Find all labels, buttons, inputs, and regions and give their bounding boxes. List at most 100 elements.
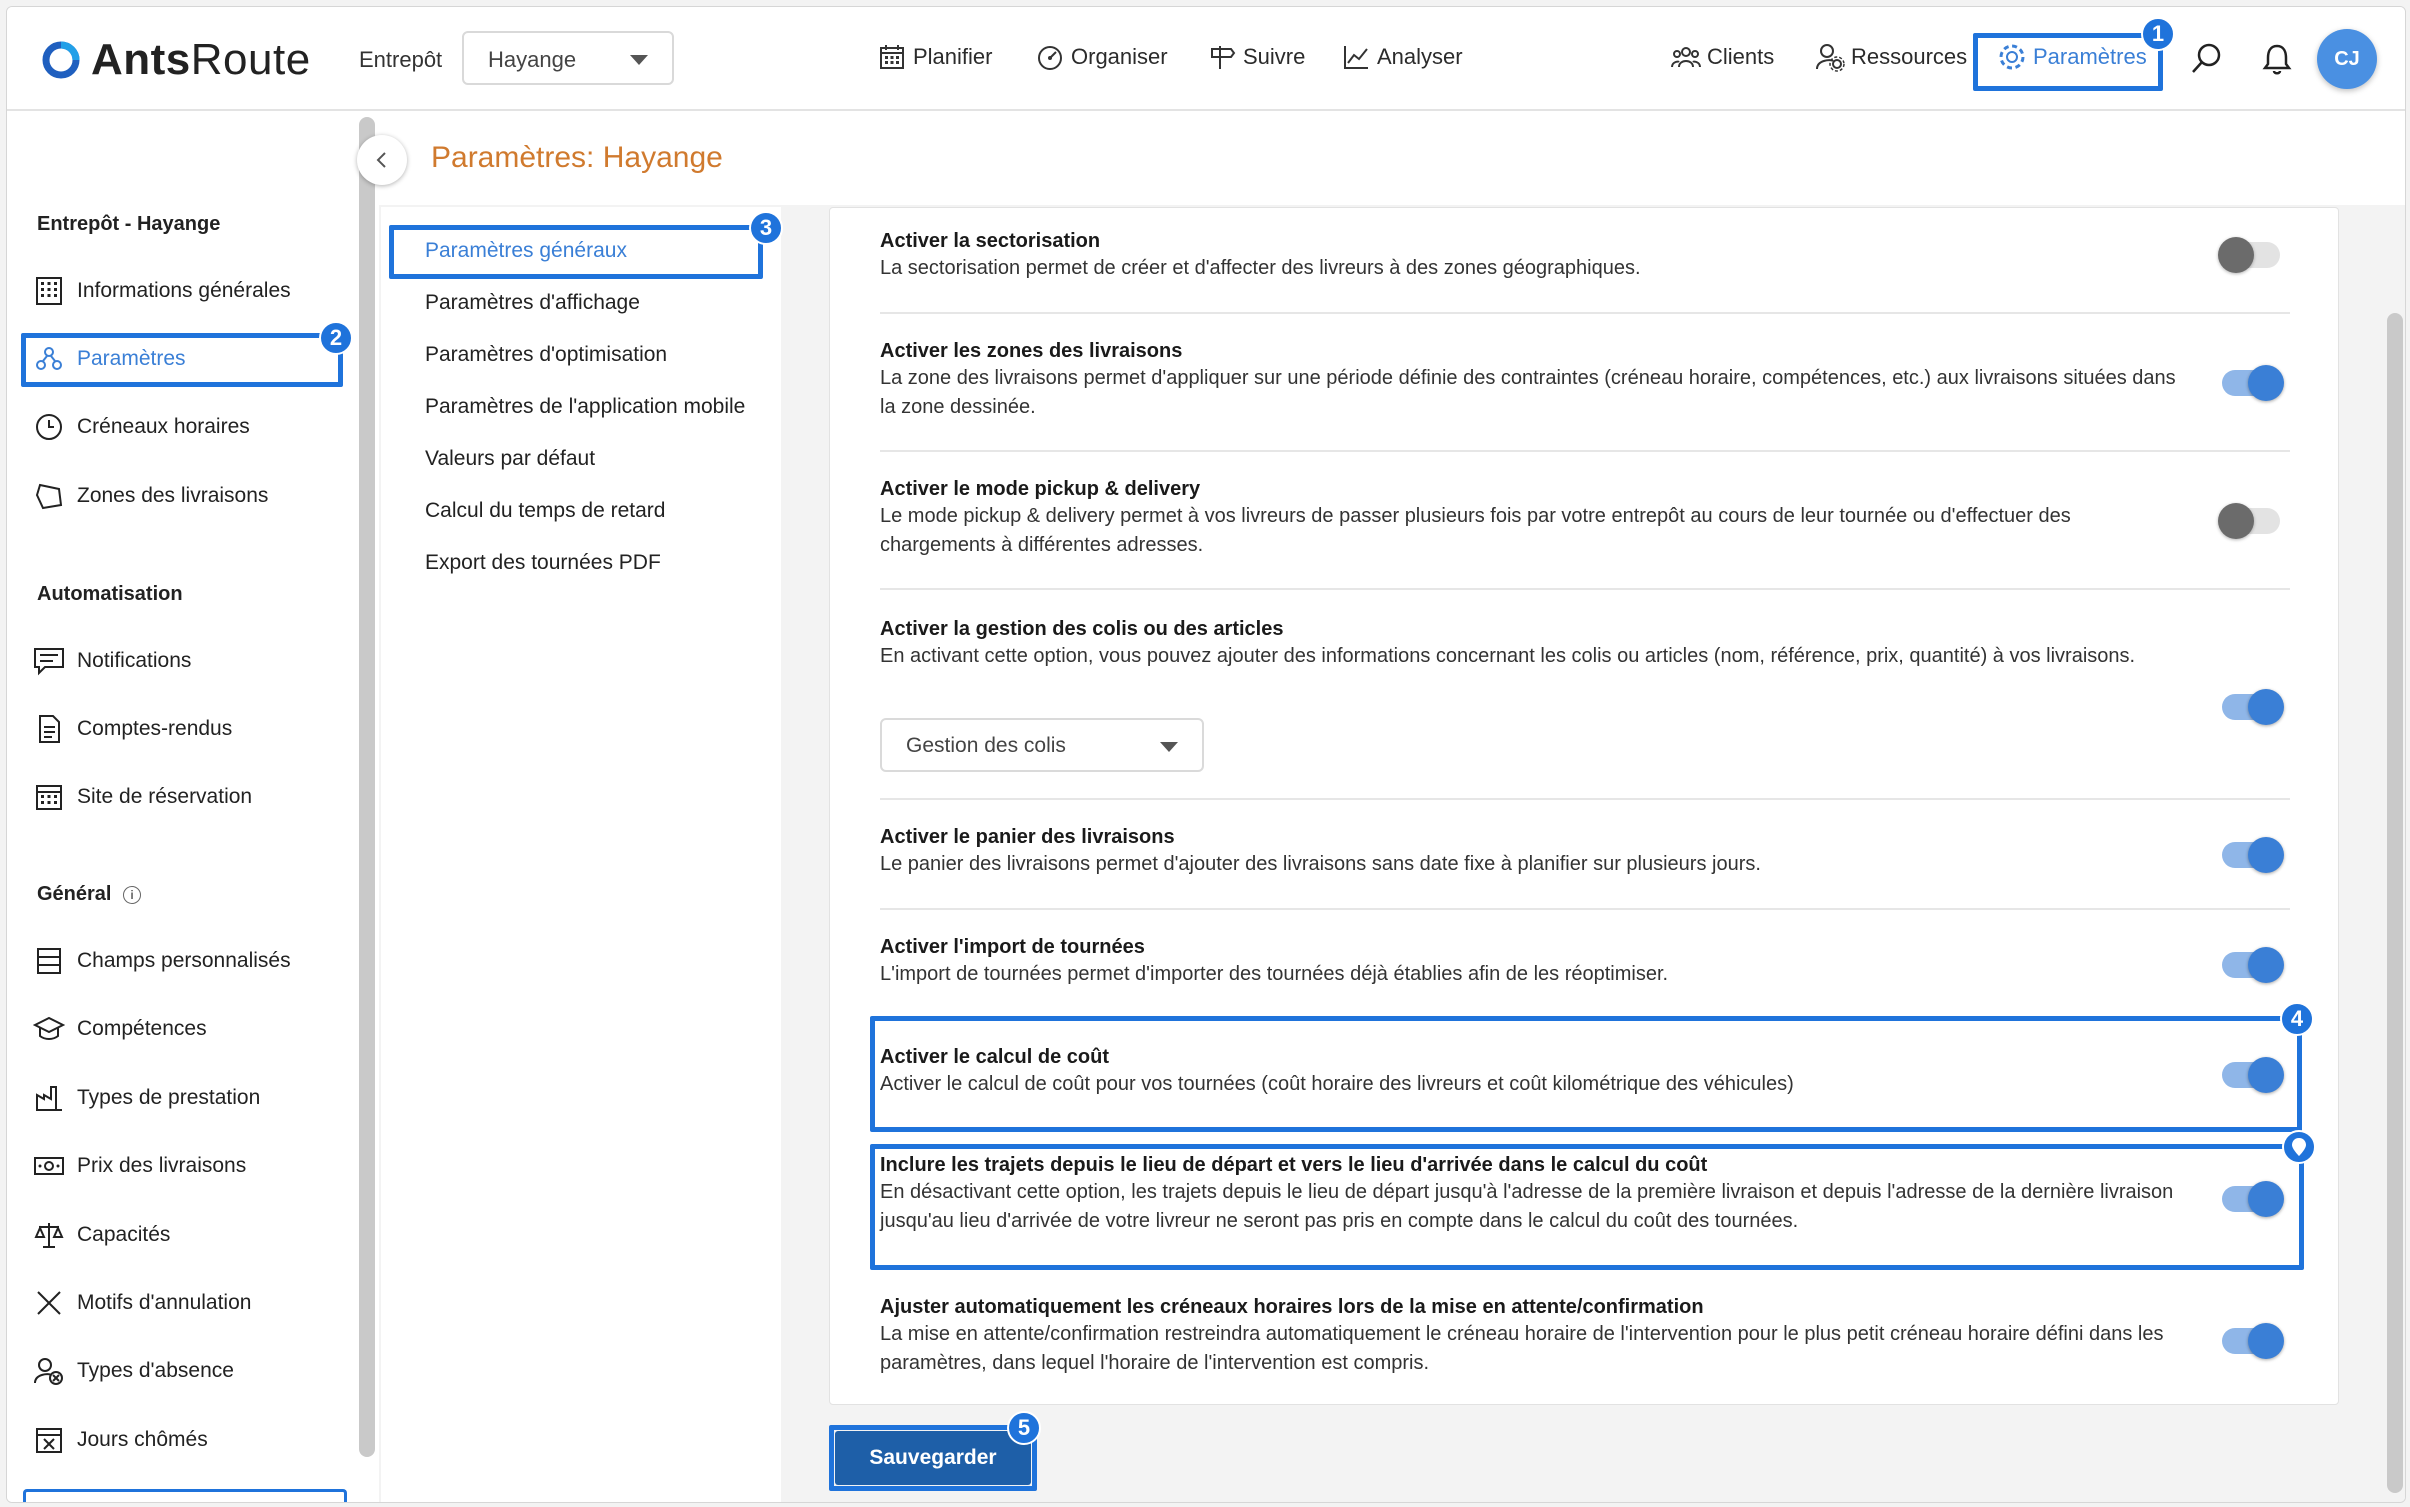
toggle-pickup-delivery[interactable]: [2218, 503, 2280, 539]
info-icon[interactable]: i: [123, 885, 142, 904]
nav-label: Organiser: [1071, 44, 1168, 69]
sidebar-item-prix-des-livraisons[interactable]: Prix des livraisons: [33, 1146, 246, 1186]
sidebar-item-competences[interactable]: Compétences: [33, 1009, 207, 1049]
user-gear-icon: [1815, 42, 1845, 72]
app-window: AntsRoute Entrepôt Hayange Planifier Org…: [6, 6, 2406, 1503]
nav-planifier[interactable]: Planifier: [877, 35, 992, 79]
sidebar-scrollbar[interactable]: [359, 117, 375, 1457]
gauge-icon: [1035, 42, 1065, 72]
x-icon: [33, 1287, 65, 1319]
nav-clients[interactable]: Clients: [1671, 35, 1774, 79]
warehouse-label: Entrepôt: [359, 47, 443, 72]
nav-label: Ressources: [1851, 44, 1968, 69]
search-icon[interactable]: [2189, 41, 2225, 77]
toggle-knob: [2218, 503, 2254, 539]
scale-icon: [33, 1219, 65, 1251]
bell-icon[interactable]: [2259, 41, 2295, 77]
sidebar-item-motifs-d-annulation[interactable]: Motifs d'annulation: [33, 1283, 251, 1323]
subnav-item-export-tournees-pdf[interactable]: Export des tournées PDF: [425, 551, 661, 575]
setting-description: La zone des livraisons permet d'applique…: [880, 367, 2176, 418]
setting-title: Ajuster automatiquement les créneaux hor…: [880, 1296, 1704, 1318]
highlight-box-6: [829, 1425, 1037, 1491]
colis-mode-select[interactable]: Gestion des colis: [880, 718, 1204, 772]
toggle-import-tournees[interactable]: [2222, 947, 2284, 983]
main-scrollbar[interactable]: [2387, 313, 2403, 1493]
setting-description: En activant cette option, vous pouvez aj…: [880, 645, 2136, 667]
colis-mode-select-value: Gestion des colis: [906, 734, 1066, 757]
subnav-item-parametres-optimisation[interactable]: Paramètres d'optimisation: [425, 343, 667, 367]
sidebar-item-label: Comptes-rendus: [77, 717, 233, 740]
sidebar-item-label: Motifs d'annulation: [77, 1291, 252, 1314]
setting-description: La mise en attente/confirmation restrein…: [880, 1323, 2164, 1374]
sidebar-item-label: Créneaux horaires: [77, 415, 250, 438]
sidebar-item-informations-generales[interactable]: Informations générales: [33, 271, 291, 311]
divider: [880, 450, 2290, 452]
collapse-sidebar-button[interactable]: [357, 135, 407, 185]
subnav-item-calcul-temps-retard[interactable]: Calcul du temps de retard: [425, 499, 665, 523]
nav-label: Planifier: [913, 44, 993, 69]
chevron-down-icon: [630, 55, 648, 65]
page-title: Paramètres: Hayange: [431, 141, 723, 174]
toggle-zones-livraisons[interactable]: [2222, 365, 2284, 401]
nav-suivre[interactable]: Suivre: [1207, 35, 1305, 79]
toggle-knob: [2248, 689, 2284, 725]
calendar-icon: [877, 42, 907, 72]
logo-text: AntsRoute: [91, 35, 311, 84]
sidebar-item-label: Zones des livraisons: [77, 484, 269, 507]
setting-description: La sectorisation permet de créer et d'af…: [880, 257, 1641, 279]
setting-title: Activer le panier des livraisons: [880, 826, 1175, 848]
toggle-gestion-colis[interactable]: [2222, 689, 2284, 725]
toggle-knob: [2218, 237, 2254, 273]
toggle-panier-livraisons[interactable]: [2222, 837, 2284, 873]
sidebar-item-label: Informations générales: [77, 279, 291, 302]
message-icon: [33, 645, 65, 677]
nav-analyser[interactable]: Analyser: [1341, 35, 1463, 79]
antsroute-logo[interactable]: AntsRoute: [41, 35, 311, 85]
chevron-down-icon: [1160, 742, 1178, 752]
sidebar-item-champs-personnalises[interactable]: Champs personnalisés: [33, 941, 291, 981]
sidebar-item-notifications[interactable]: Notifications: [33, 641, 191, 681]
sidebar-item-types-d-absence[interactable]: Types d'absence: [33, 1351, 234, 1391]
toggle-sectorisation[interactable]: [2218, 237, 2280, 273]
chevron-left-icon: [376, 152, 386, 168]
sidebar-item-label: Types de prestation: [77, 1086, 261, 1109]
sidebar-item-label: Site de réservation: [77, 785, 253, 808]
zone-icon: [33, 480, 65, 512]
step-badge-5: 5: [1007, 1411, 1041, 1445]
step-badge-2: 2: [319, 321, 353, 355]
user-avatar[interactable]: CJ: [2317, 29, 2377, 89]
sidebar-item-types-de-prestation[interactable]: Types de prestation: [33, 1078, 260, 1118]
highlight-box-5: [870, 1144, 2304, 1270]
setting-title: Activer l'import de tournées: [880, 936, 1145, 958]
sidebar-item-capacites[interactable]: Capacités: [33, 1215, 170, 1255]
sidebar-item-comptes-rendus[interactable]: Comptes-rendus: [33, 709, 232, 749]
sidebar-item-creneaux-horaires[interactable]: Créneaux horaires: [33, 407, 250, 447]
warehouse-select-value: Hayange: [488, 47, 577, 72]
nav-ressources[interactable]: Ressources: [1815, 35, 1967, 79]
sidebar-section-automatisation: Automatisation: [37, 583, 183, 605]
sidebar-section-general: Général i: [37, 883, 142, 906]
chart-icon: [1341, 42, 1371, 72]
toggle-ajuster-creneaux[interactable]: [2222, 1323, 2284, 1359]
settings-card: Activer la sectorisation La sectorisatio…: [829, 207, 2339, 1405]
calendar-x-icon: [33, 1424, 65, 1456]
top-navigation-bar: AntsRoute Entrepôt Hayange Planifier Org…: [7, 7, 2405, 111]
toggle-knob: [2248, 947, 2284, 983]
sidebar-section-general-label: Général: [37, 883, 112, 905]
setting-description: Le mode pickup & delivery permet à vos l…: [880, 505, 2071, 556]
subnav-item-parametres-application-mobile[interactable]: Paramètres de l'application mobile: [425, 395, 745, 419]
warehouse-select[interactable]: Hayange: [462, 31, 674, 85]
toggle-knob: [2248, 365, 2284, 401]
clock-icon: [33, 411, 65, 443]
map-pin-icon: [2292, 1138, 2306, 1156]
sidebar-item-zones-des-livraisons[interactable]: Zones des livraisons: [33, 476, 268, 516]
user-x-icon: [33, 1355, 65, 1387]
sidebar-item-jours-chomes[interactable]: Jours chômés: [33, 1420, 208, 1460]
subnav-item-valeurs-par-defaut[interactable]: Valeurs par défaut: [425, 447, 595, 471]
highlight-box-2: [21, 333, 343, 387]
subnav-item-parametres-affichage[interactable]: Paramètres d'affichage: [425, 291, 640, 315]
nav-label: Suivre: [1243, 44, 1306, 69]
sidebar-item-site-de-reservation[interactable]: Site de réservation: [33, 777, 252, 817]
sidebar-item-label: Types d'absence: [77, 1359, 234, 1382]
nav-organiser[interactable]: Organiser: [1035, 35, 1168, 79]
